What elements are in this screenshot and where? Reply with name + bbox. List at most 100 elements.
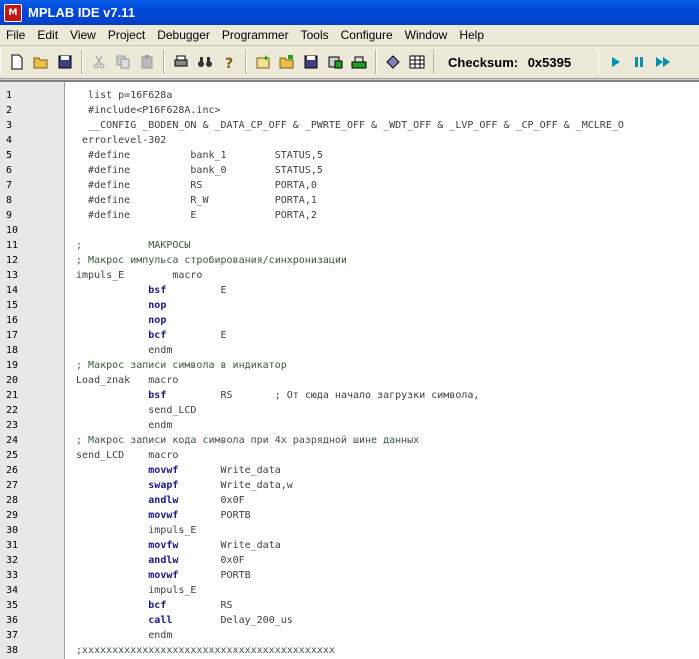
checksum-value: 0x5395 (527, 54, 572, 70)
code-line[interactable]: 29 movwf PORTB (0, 508, 699, 523)
code-text: ; Макрос записи кода символа при 4х разр… (70, 433, 419, 448)
line-number: 21 (6, 390, 19, 401)
build-button[interactable] (325, 52, 345, 72)
code-keyword: bsf (148, 285, 167, 296)
code-text: impuls_E (70, 583, 196, 598)
code-line[interactable]: 9 #define E PORTA,2 (0, 208, 699, 223)
save-button[interactable] (55, 52, 75, 72)
menu-configure[interactable]: Configure (335, 28, 399, 42)
code-line[interactable]: 24 ; Макрос записи кода символа при 4х р… (0, 433, 699, 448)
code-line[interactable]: 28 andlw 0x0F (0, 493, 699, 508)
help-button[interactable]: ? (219, 52, 239, 72)
open-file-button[interactable] (31, 52, 51, 72)
code-segment: 0x0F (178, 495, 245, 506)
code-line[interactable]: 6 #define bank_0 STATUS,5 (0, 163, 699, 178)
cut-button[interactable] (89, 52, 109, 72)
code-line[interactable]: 18 endm (0, 343, 699, 358)
code-keyword: call (148, 615, 173, 626)
code-line[interactable]: 32 andlw 0x0F (0, 553, 699, 568)
code-line[interactable]: 27 swapf Write_data,w (0, 478, 699, 493)
line-number: 3 (6, 120, 13, 131)
code-text: bcf RS (70, 598, 232, 613)
line-number: 26 (6, 465, 19, 476)
open-project-button[interactable] (277, 52, 297, 72)
save-project-icon (304, 55, 318, 69)
line-number: 28 (6, 495, 19, 506)
make-button[interactable] (349, 52, 369, 72)
code-line[interactable]: 22 send_LCD (0, 403, 699, 418)
new-file-button[interactable] (7, 52, 27, 72)
code-text: #include<P16F628A.inc> (70, 103, 220, 118)
code-line[interactable]: 38 ;xxxxxxxxxxxxxxxxxxxxxxxxxxxxxxxxxxxx… (0, 643, 699, 658)
code-line[interactable]: 10 (0, 223, 699, 238)
menu-tools[interactable]: Tools (295, 28, 335, 42)
code-text: andlw 0x0F (70, 553, 244, 568)
debug-toolbar-group (598, 50, 679, 74)
code-line[interactable]: 17 bcf E (0, 328, 699, 343)
code-line[interactable]: 25 send_LCD macro (0, 448, 699, 463)
code-line[interactable]: 35 bcf RS (0, 598, 699, 613)
code-text: impuls_E macro (70, 268, 202, 283)
menu-window[interactable]: Window (399, 28, 454, 42)
code-line[interactable]: 2 #include<P16F628A.inc> (0, 103, 699, 118)
view-button[interactable] (407, 52, 427, 72)
code-text: andlw 0x0F (70, 493, 245, 508)
code-line[interactable]: 23 endm (0, 418, 699, 433)
run-button[interactable] (605, 52, 625, 72)
code-comment: ; Макрос записи символа в индикатор (70, 360, 287, 371)
menu-debugger[interactable]: Debugger (151, 28, 216, 42)
animate-button[interactable] (653, 52, 673, 72)
code-line[interactable]: 4 errorlevel-302 (0, 133, 699, 148)
copy-button[interactable] (113, 52, 133, 72)
menu-programmer[interactable]: Programmer (216, 28, 295, 42)
menu-project[interactable]: Project (102, 28, 151, 42)
code-line[interactable]: 12 ; Макрос импульса стробирования/синхр… (0, 253, 699, 268)
print-button[interactable] (171, 52, 191, 72)
find-button[interactable] (195, 52, 215, 72)
code-line[interactable]: 11 ; МАКРОСЫ (0, 238, 699, 253)
copy-icon (116, 55, 130, 69)
code-segment: impuls_E (70, 585, 197, 596)
checksum-button[interactable] (383, 52, 403, 72)
code-line[interactable]: 31 movfw Write_data (0, 538, 699, 553)
line-number: 12 (6, 255, 19, 266)
code-editor[interactable]: 1 list p=16F628a 2 #include<P16F628A.inc>… (0, 80, 699, 659)
line-number: 34 (6, 585, 19, 596)
code-line[interactable]: 1 list p=16F628a (0, 88, 699, 103)
halt-button[interactable] (629, 52, 649, 72)
code-line[interactable]: 26 movwf Write_data (0, 463, 699, 478)
code-line[interactable]: 15 nop (0, 298, 699, 313)
play-icon (612, 57, 620, 67)
code-line[interactable]: 13 impuls_E macro (0, 268, 699, 283)
code-line[interactable]: 14 bsf E (0, 283, 699, 298)
paste-button[interactable] (137, 52, 157, 72)
code-line[interactable]: 30 impuls_E (0, 523, 699, 538)
code-line[interactable]: 5 #define bank_1 STATUS,5 (0, 148, 699, 163)
code-line[interactable]: 8 #define R_W PORTA,1 (0, 193, 699, 208)
code-comment: ;xxxxxxxxxxxxxxxxxxxxxxxxxxxxxxxxxxxxxxx… (70, 645, 335, 656)
code-line[interactable]: 16 nop (0, 313, 699, 328)
menu-file[interactable]: File (0, 28, 31, 42)
line-number: 17 (6, 330, 19, 341)
code-line[interactable]: 36 call Delay_200_us (0, 613, 699, 628)
code-line[interactable]: 20 Load_znak macro (0, 373, 699, 388)
code-line[interactable]: 21 bsf RS ; От сюда начало загрузки симв… (0, 388, 699, 403)
menu-edit[interactable]: Edit (31, 28, 64, 42)
code-line[interactable]: 3 __CONFIG _BODEN_ON & _DATA_CP_OFF & _P… (0, 118, 699, 133)
code-line[interactable]: 19 ; Макрос записи символа в индикатор (0, 358, 699, 373)
menu-help[interactable]: Help (453, 28, 490, 42)
menu-view[interactable]: View (64, 28, 102, 42)
paste-icon (141, 55, 153, 69)
code-line[interactable]: 34 impuls_E (0, 583, 699, 598)
line-number: 20 (6, 375, 19, 386)
code-line[interactable]: 33 movwf PORTB (0, 568, 699, 583)
line-number: 23 (6, 420, 19, 431)
code-line[interactable]: 37 endm (0, 628, 699, 643)
new-project-button[interactable] (253, 52, 273, 72)
code-line[interactable]: 7 #define RS PORTA,0 (0, 178, 699, 193)
code-comment: ; Макрос записи кода символа при 4х разр… (70, 435, 420, 446)
save-project-button[interactable] (301, 52, 321, 72)
code-keyword: bsf (148, 390, 167, 401)
